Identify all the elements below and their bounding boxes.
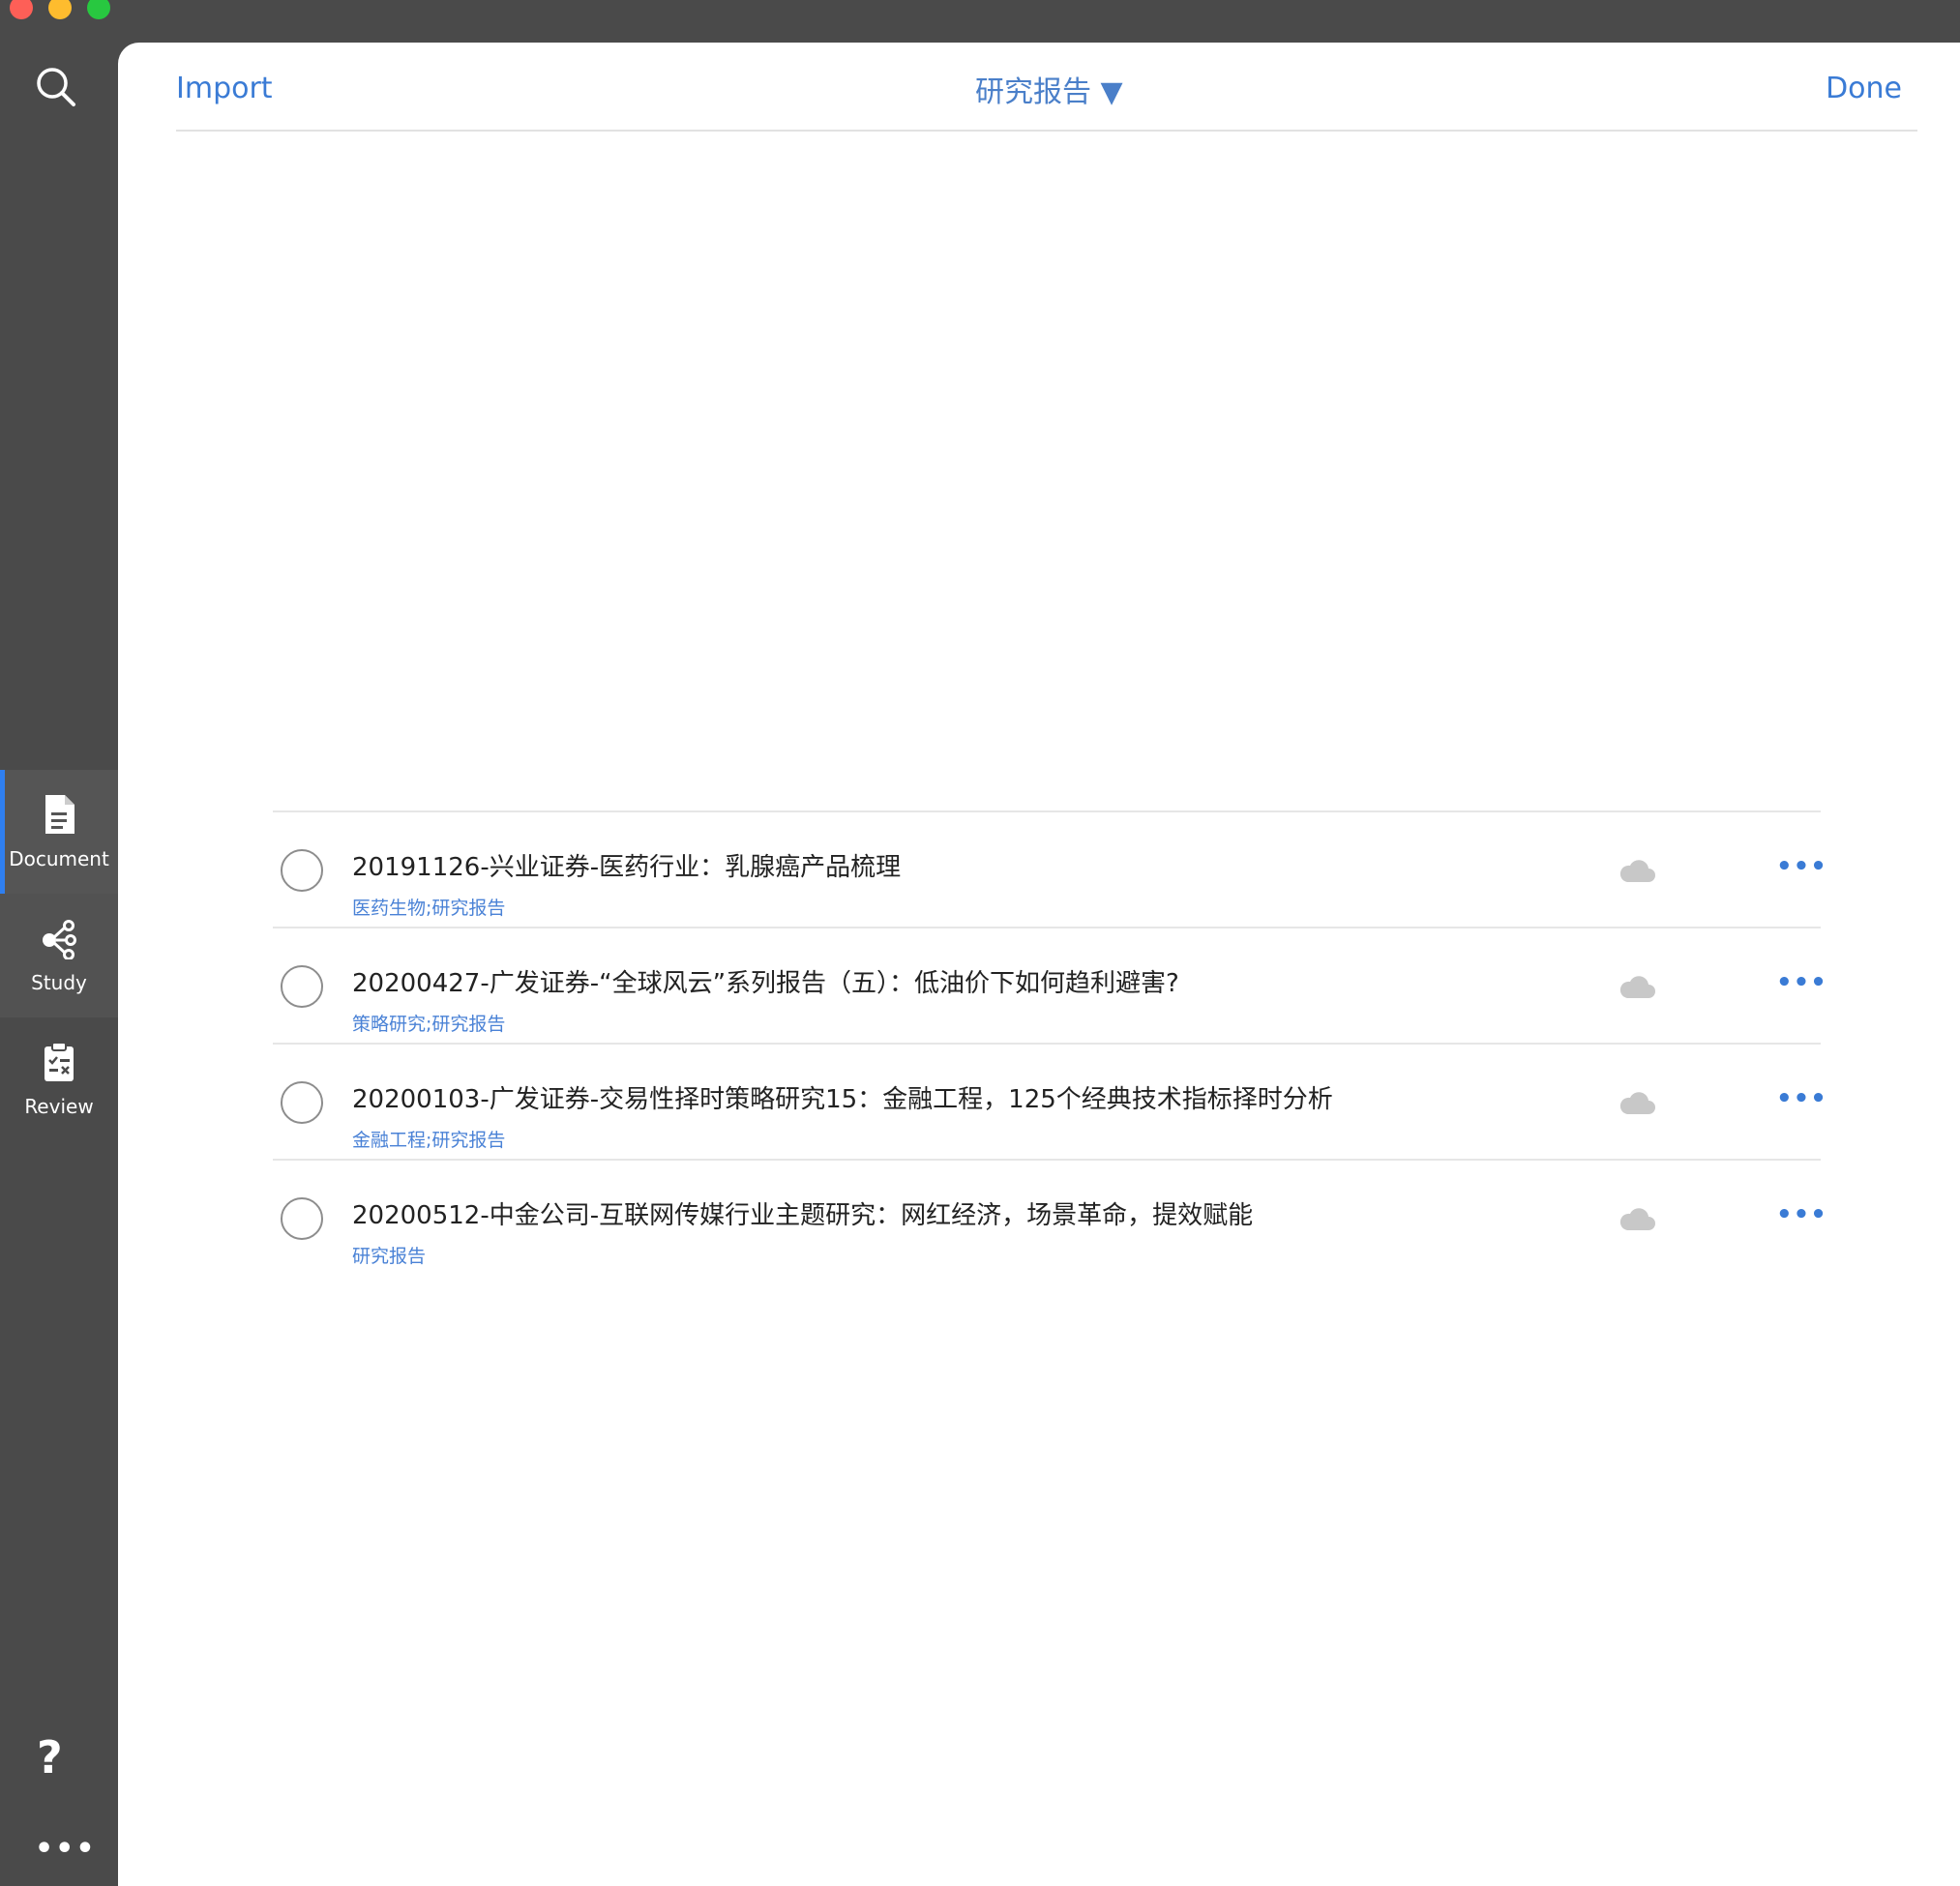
list-item[interactable]: 20200103-广发证券-交易性择时策略研究15：金融工程，125个经典技术指…	[273, 1045, 1826, 1161]
cloud-icon	[1619, 1208, 1655, 1230]
select-checkbox[interactable]	[281, 849, 323, 892]
select-checkbox[interactable]	[281, 1081, 323, 1124]
more-menu-button[interactable]: •••	[35, 1832, 97, 1866]
select-checkbox[interactable]	[281, 1197, 323, 1240]
document-list: 20191126-兴业证券-医药行业：乳腺癌产品梳理 医药生物;研究报告 •••…	[273, 810, 1826, 1275]
help-button[interactable]: ?	[37, 1731, 63, 1783]
document-title: 20191126-兴业证券-医药行业：乳腺癌产品梳理	[352, 853, 902, 882]
done-button[interactable]: Done	[1826, 72, 1902, 105]
import-button[interactable]: Import	[176, 72, 273, 105]
folder-title: 研究报告	[975, 75, 1091, 109]
sidebar-item-review[interactable]: Review	[0, 1017, 118, 1141]
document-tags: 策略研究;研究报告	[352, 1014, 506, 1035]
row-more-button[interactable]: •••	[1776, 854, 1827, 879]
sidebar-item-label: Study	[31, 971, 87, 994]
row-more-button[interactable]: •••	[1776, 1202, 1827, 1227]
clipboard-check-icon	[45, 1042, 74, 1081]
sidebar-item-label: Review	[24, 1095, 94, 1118]
sidebar-item-study[interactable]: Study	[0, 894, 118, 1017]
select-checkbox[interactable]	[281, 965, 323, 1008]
sidebar-nav: Document Study Review	[0, 770, 118, 1141]
sidebar-item-document[interactable]: Document	[0, 770, 118, 894]
search-icon[interactable]	[33, 64, 79, 110]
list-item[interactable]: 20200512-中金公司-互联网传媒行业主题研究：网红经济，场景革命，提效赋能…	[273, 1161, 1826, 1275]
chevron-down-icon: ▼	[1100, 75, 1123, 109]
cloud-icon	[1619, 860, 1655, 882]
document-title: 20200512-中金公司-互联网传媒行业主题研究：网红经济，场景革命，提效赋能	[352, 1201, 1254, 1230]
document-tags: 医药生物;研究报告	[352, 898, 506, 919]
folder-title-dropdown[interactable]: 研究报告 ▼	[975, 68, 1123, 110]
document-panel: Import 研究报告 ▼ Done 20191126-兴业证券-医药行业：乳腺…	[118, 43, 1960, 1886]
document-tags: 金融工程;研究报告	[352, 1130, 506, 1151]
document-title: 20200103-广发证券-交易性择时策略研究15：金融工程，125个经典技术指…	[352, 1085, 1333, 1114]
sidebar-item-label: Document	[9, 847, 109, 870]
row-more-button[interactable]: •••	[1776, 1086, 1827, 1111]
document-tags: 研究报告	[352, 1246, 427, 1267]
panel-header: Import 研究报告 ▼ Done	[176, 43, 1917, 132]
row-more-button[interactable]: •••	[1776, 970, 1827, 995]
cloud-icon	[1619, 976, 1655, 998]
document-icon	[45, 795, 74, 834]
list-item[interactable]: 20191126-兴业证券-医药行业：乳腺癌产品梳理 医药生物;研究报告 •••	[273, 812, 1826, 928]
document-title: 20200427-广发证券-“全球风云”系列报告（五）：低油价下如何趋利避害?	[352, 969, 1179, 998]
mindmap-icon	[43, 920, 76, 959]
sidebar: Document Study Review ? •••	[0, 0, 118, 1886]
list-item[interactable]: 20200427-广发证券-“全球风云”系列报告（五）：低油价下如何趋利避害? …	[273, 928, 1826, 1045]
cloud-icon	[1619, 1092, 1655, 1114]
